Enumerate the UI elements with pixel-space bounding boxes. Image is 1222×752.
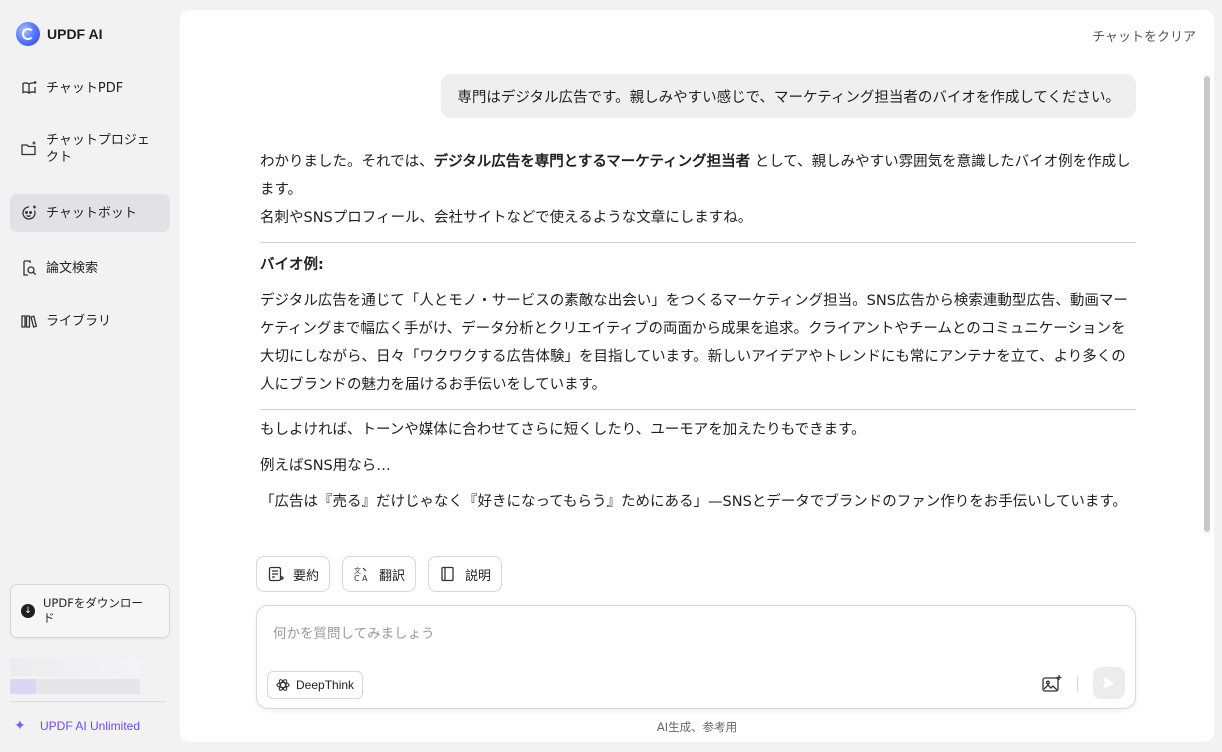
sns-example: 「広告は『売る』だけじゃなく『好きになってもらう』ためにある」—SNSとデータで… <box>260 494 1127 510</box>
bio-text: デジタル広告を通じて「人とモノ・サービスの素敵な出会い」をつくるマーケティング担… <box>260 293 1128 393</box>
divider <box>10 701 166 702</box>
send-icon <box>1103 677 1115 689</box>
sidebar-item-chatbot[interactable]: チャットボット <box>10 194 170 232</box>
user-message-text: 専門はデジタル広告です。親しみやすい感じで、マーケティング担当者のバイオを作成し… <box>457 89 1120 106</box>
sidebar: UPDF AI チャットPDF チャットプロジェクト チャットボット 論文検索 … <box>0 0 180 752</box>
sidebar-item-chat-project[interactable]: チャットプロジェクト <box>10 126 170 172</box>
unlimited-label: UPDF AI Unlimited <box>40 719 141 733</box>
sparkle-icon: ✦ <box>14 718 26 734</box>
chat-input[interactable] <box>273 622 1113 652</box>
sidebar-item-label: チャットPDF <box>46 80 124 96</box>
ai-disclaimer: AI生成、参考用 <box>656 720 738 734</box>
deepthink-toggle[interactable]: DeepThink <box>267 671 364 699</box>
updf-logo-icon <box>16 22 40 46</box>
brand[interactable]: UPDF AI <box>16 22 102 46</box>
summarize-icon <box>267 565 285 583</box>
book-sparkle-icon <box>20 79 38 97</box>
divider <box>260 409 1136 410</box>
scrollbar[interactable] <box>1204 76 1210 532</box>
sns-intro: 例えばSNS用なら… <box>260 458 391 474</box>
answer-intro-bold: デジタル広告を専門とするマーケティング担当者 <box>433 154 751 170</box>
paper-search-icon <box>20 259 38 277</box>
sidebar-item-label: ライブラリ <box>46 313 112 329</box>
divider <box>260 242 1136 243</box>
chat-composer: DeepThink <box>256 605 1136 709</box>
deepthink-label: DeepThink <box>296 678 355 692</box>
answer-intro-line2: 名刺やSNSプロフィール、会社サイトなどで使えるような文章にしますね。 <box>260 210 753 226</box>
sidebar-item-paper-search[interactable]: 論文検索 <box>10 254 170 282</box>
sidebar-item-label: 論文検索 <box>46 260 99 276</box>
translate-label: 翻訳 <box>379 568 406 584</box>
answer-intro: わかりました。それでは、デジタル広告を専門とするマーケティング担当者 として、親… <box>260 148 1136 204</box>
divider <box>1077 676 1078 692</box>
usage-progress-bar <box>10 679 140 694</box>
library-icon <box>20 312 38 330</box>
explain-label: 説明 <box>465 568 492 584</box>
svg-text:C: C <box>354 574 360 583</box>
image-upload-icon[interactable] <box>1041 673 1063 695</box>
quick-actions: 要約 文CA 翻訳 説明 <box>256 556 514 592</box>
updf-ai-unlimited-link[interactable]: ✦ UPDF AI Unlimited <box>14 718 140 734</box>
summarize-button[interactable]: 要約 <box>256 556 331 592</box>
sidebar-item-label: チャットボット <box>46 205 137 221</box>
translate-button[interactable]: 文CA 翻訳 <box>342 556 417 592</box>
download-updf-button[interactable]: ↓ UPDFをダウンロード <box>10 584 170 638</box>
bot-icon <box>20 204 38 222</box>
clear-chat-button[interactable]: チャットをクリア <box>1092 26 1196 45</box>
answer-followup: もしよければ、トーンや媒体に合わせてさらに短くしたり、ユーモアを加えたりもできま… <box>260 422 866 438</box>
chat-panel: チャットをクリア 専門はデジタル広告です。親しみやすい感じで、マーケティング担当… <box>180 10 1214 742</box>
explain-button[interactable]: 説明 <box>428 556 503 592</box>
send-button[interactable] <box>1093 667 1125 699</box>
bio-heading: バイオ例: <box>260 257 324 273</box>
assistant-message: わかりました。それでは、デジタル広告を専門とするマーケティング担当者 として、親… <box>260 148 1136 516</box>
download-label: UPDFをダウンロード <box>43 596 143 625</box>
usage-info <box>10 658 140 676</box>
explain-icon <box>439 565 457 583</box>
brand-name: UPDF AI <box>47 26 103 42</box>
download-icon: ↓ <box>21 604 35 618</box>
sidebar-item-chat-pdf[interactable]: チャットPDF <box>10 74 170 102</box>
sidebar-item-library[interactable]: ライブラリ <box>10 307 170 335</box>
svg-text:A: A <box>362 574 368 583</box>
folder-sparkle-icon <box>20 140 38 158</box>
user-message: 専門はデジタル広告です。親しみやすい感じで、マーケティング担当者のバイオを作成し… <box>441 74 1136 118</box>
atom-icon <box>276 679 290 691</box>
summarize-label: 要約 <box>293 568 320 584</box>
usage-progress-fill <box>10 679 36 694</box>
translate-icon: 文CA <box>353 565 371 583</box>
answer-intro-pre: わかりました。それでは、 <box>260 154 434 170</box>
sidebar-item-label: チャットプロジェクト <box>46 133 150 165</box>
